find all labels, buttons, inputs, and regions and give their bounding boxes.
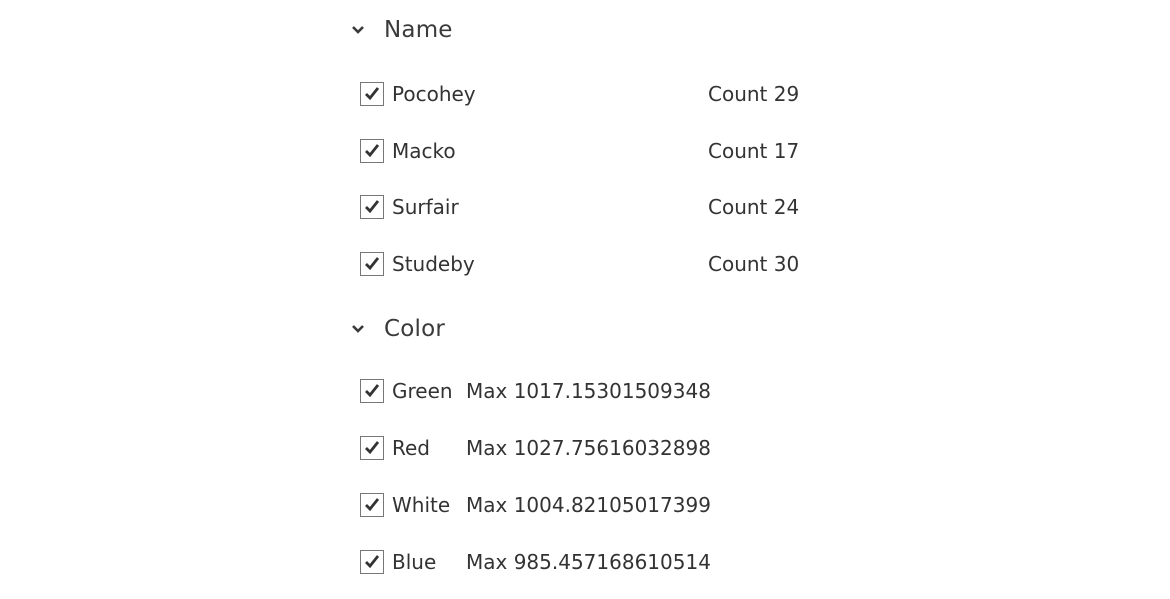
checkmark-icon xyxy=(365,257,380,271)
filter-item-surfair[interactable]: Surfair xyxy=(360,192,459,222)
item-label: Pocohey xyxy=(392,82,476,106)
item-label: Macko xyxy=(392,139,456,163)
item-label: White xyxy=(392,493,451,517)
group-title: Name xyxy=(384,17,453,43)
checkbox[interactable] xyxy=(360,493,384,517)
checkmark-icon xyxy=(365,441,380,455)
checkbox[interactable] xyxy=(360,550,384,574)
chevron-down-icon[interactable] xyxy=(350,22,366,38)
checkbox[interactable] xyxy=(360,252,384,276)
item-label: Studeby xyxy=(392,252,475,276)
filter-item-macko[interactable]: Macko xyxy=(360,136,456,166)
checkmark-icon xyxy=(365,200,380,214)
group-title: Color xyxy=(384,316,446,342)
checkmark-icon xyxy=(365,384,380,398)
item-count: Count 24 xyxy=(708,195,800,219)
item-label: Blue xyxy=(392,550,437,574)
item-max: Max 1017.15301509348 xyxy=(466,379,711,403)
item-count: Count 17 xyxy=(708,139,800,163)
item-label: Red xyxy=(392,436,430,460)
item-count: Count 29 xyxy=(708,82,800,106)
item-max: Max 1004.82105017399 xyxy=(466,493,711,517)
checkbox[interactable] xyxy=(360,82,384,106)
filter-item-studeby[interactable]: Studeby xyxy=(360,249,475,279)
checkmark-icon xyxy=(365,87,380,101)
checkbox[interactable] xyxy=(360,436,384,460)
group-header-name[interactable]: Name xyxy=(350,14,453,46)
item-label: Green xyxy=(392,379,453,403)
group-header-color[interactable]: Color xyxy=(350,313,445,345)
checkbox[interactable] xyxy=(360,195,384,219)
item-max: Max 1027.75616032898 xyxy=(466,436,711,460)
item-label: Surfair xyxy=(392,195,459,219)
item-max: Max 985.457168610514 xyxy=(466,550,711,574)
filter-item-pocohey[interactable]: Pocohey xyxy=(360,79,476,109)
filter-item-green[interactable]: Green Max 1017.15301509348 xyxy=(360,376,711,406)
checkmark-icon xyxy=(365,498,380,512)
checkmark-icon xyxy=(365,144,380,158)
item-count: Count 30 xyxy=(708,252,800,276)
checkbox[interactable] xyxy=(360,139,384,163)
filter-item-blue[interactable]: Blue Max 985.457168610514 xyxy=(360,547,711,577)
chevron-down-icon[interactable] xyxy=(350,321,366,337)
checkmark-icon xyxy=(365,555,380,569)
checkbox[interactable] xyxy=(360,379,384,403)
filter-item-white[interactable]: White Max 1004.82105017399 xyxy=(360,490,711,520)
filter-item-red[interactable]: Red Max 1027.75616032898 xyxy=(360,433,711,463)
